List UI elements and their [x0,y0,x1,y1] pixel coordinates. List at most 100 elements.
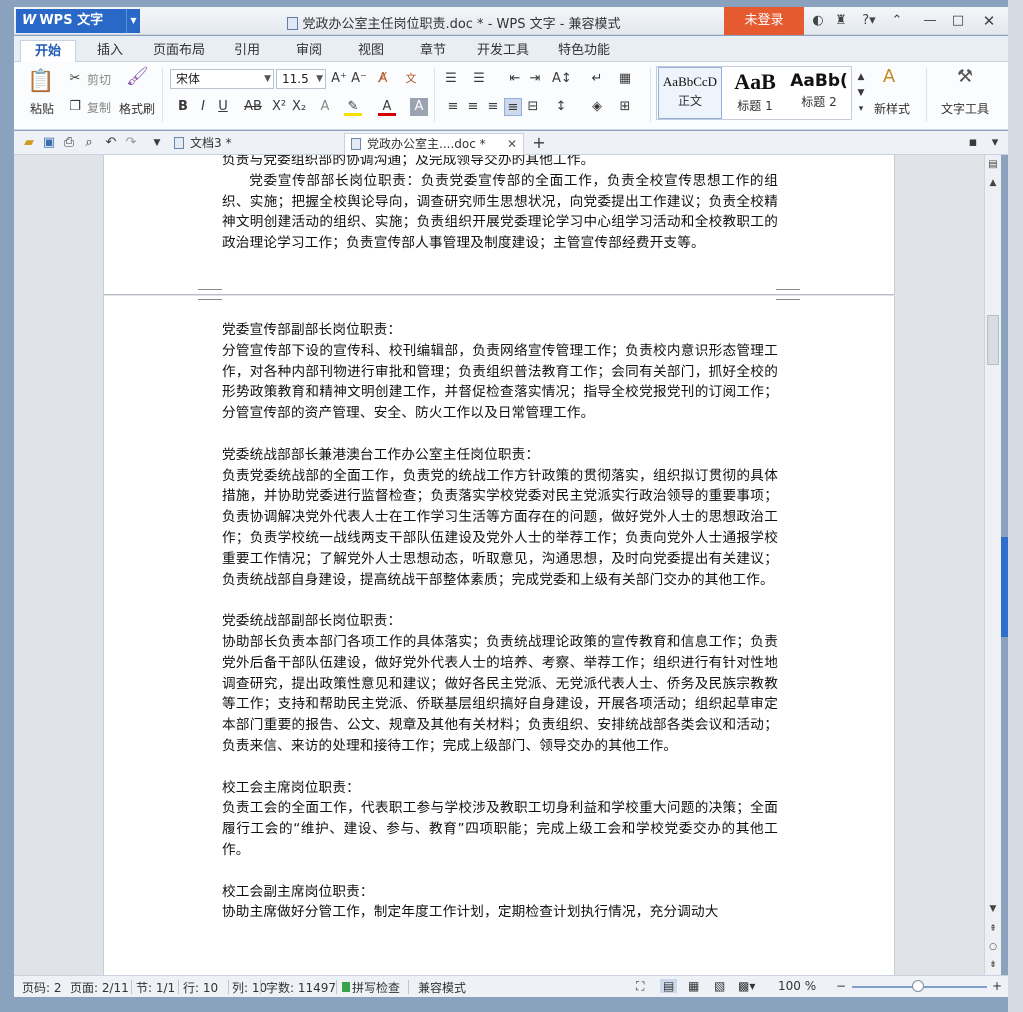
italic-icon[interactable]: I [194,98,212,116]
document-workspace[interactable]: 负责党校日常管理的全面工作，负责党校各类培训计划实施，组织教学指导等工作， 负责… [14,155,984,975]
style-heading-1[interactable]: AaB 标题 1 [723,67,787,119]
close-icon[interactable]: ✕ [980,12,998,30]
shirt-icon[interactable]: ♜ [832,12,850,30]
collapse-ribbon-icon[interactable]: ⌃ [888,12,906,30]
char-shading-icon[interactable]: A [410,98,428,116]
help-icon[interactable]: ?▾ [857,12,881,30]
text-effect-icon[interactable]: A [316,98,334,116]
increase-indent-icon[interactable]: ⇥ [526,70,544,88]
distribute-icon[interactable]: ⊟ [524,98,542,116]
split-view-icon[interactable]: ▤ [987,159,999,171]
skin-icon[interactable]: ◐ [809,12,827,30]
status-pages[interactable]: 页面: 2/11 [70,979,129,996]
quick-access-dropdown-icon[interactable]: ▼ [148,134,166,152]
new-style-button[interactable]: 新样式 [864,100,920,117]
tab-features[interactable]: 特色功能 [546,40,622,62]
scissors-icon[interactable]: ✂ [66,70,84,88]
text-tools-icon[interactable]: ⚒ [956,68,974,86]
document-page[interactable]: 负责党校日常管理的全面工作，负责党校各类培训计划实施，组织教学指导等工作， 负责… [103,155,895,295]
align-center-icon[interactable]: ≡ [464,98,482,116]
close-tab-icon[interactable]: ✕ [507,134,517,154]
font-color-icon[interactable]: A [378,98,396,116]
new-style-icon[interactable]: A [880,68,898,86]
document-page[interactable]: 党委宣传部副部长岗位职责： 分管宣传部下设的宣传科、校刊编辑部，负责网络宣传管理… [103,296,895,975]
underline-icon[interactable]: U [214,98,232,116]
zoom-out-icon[interactable]: − [836,979,846,993]
doc-tab-active[interactable]: 党政办公室主....doc * ✕ [344,133,524,155]
tab-chapter[interactable]: 章节 [408,40,458,62]
spell-check-toggle[interactable]: 拼写检查 [352,979,400,996]
maximize-icon[interactable]: □ [949,12,967,30]
zoom-slider-knob[interactable] [912,980,924,992]
app-menu-button[interactable]: W WPS 文字 [16,9,126,33]
undo-icon[interactable]: ↶ [102,134,120,152]
zoom-in-icon[interactable]: + [992,979,1002,993]
shading-fill-icon[interactable]: ◈ [588,98,606,116]
tab-options-icon[interactable]: ▾ [986,134,1004,152]
open-folder-icon[interactable]: ▰ [20,134,38,152]
doc-tab[interactable]: 文档3 * [168,133,338,155]
tab-references[interactable]: 引用 [222,40,272,62]
bold-icon[interactable]: B [174,98,192,116]
align-right-icon[interactable]: ≡ [484,98,502,116]
tab-view[interactable]: 视图 [346,40,396,62]
chinese-layout-icon[interactable]: A↕ [552,70,572,88]
decrease-indent-icon[interactable]: ⇤ [506,70,524,88]
cut-button[interactable]: 剪切 [84,71,114,88]
align-left-icon[interactable]: ≡ [444,98,462,116]
subscript-icon[interactable]: X₂ [290,98,308,116]
superscript-icon[interactable]: X² [270,98,288,116]
web-view-icon[interactable]: ▧ [714,979,725,993]
strikethrough-icon[interactable]: AB [240,98,266,116]
select-browse-object-icon[interactable]: ○ [987,941,999,953]
justify-icon[interactable]: ≡ [504,98,522,116]
style-normal[interactable]: AaBbCcD 正文 [658,67,722,119]
tab-insert[interactable]: 插入 [84,40,136,62]
scroll-down-icon[interactable]: ▼ [987,903,999,915]
status-word-count[interactable]: 字数: 11497 [266,979,336,996]
highlight-icon[interactable]: ✎ [344,98,362,116]
next-page-icon[interactable]: ⇟ [987,959,999,971]
login-button[interactable]: 未登录 [724,7,804,35]
vertical-scrollbar[interactable]: ▤ ▲ ▼ ⇞ ○ ⇟ [984,155,1001,975]
font-name-select[interactable]: 宋体 ▼ [170,69,274,89]
font-size-select[interactable]: 11.5 ▼ [276,69,326,89]
paste-button[interactable]: 粘贴 [20,100,64,117]
bullet-list-icon[interactable]: ☰ [442,70,460,88]
scrollbar-thumb[interactable] [987,315,999,365]
shrink-font-icon[interactable]: A⁻ [350,70,368,88]
previous-page-icon[interactable]: ⇞ [987,923,999,935]
print-icon[interactable]: ⎙ [60,134,78,152]
copy-button[interactable]: 复制 [84,99,114,116]
borders-icon[interactable]: ⊞ [616,98,634,116]
tab-developer[interactable]: 开发工具 [470,40,536,62]
redo-icon[interactable]: ↷ [122,134,140,152]
reading-view-icon[interactable]: ▩▾ [738,979,755,993]
clear-format-icon[interactable]: A̸ [374,70,392,88]
show-marks-icon[interactable]: ↵ [588,70,606,88]
minimize-icon[interactable]: — [921,12,939,30]
new-tab-icon[interactable]: + [530,134,548,152]
zoom-level[interactable]: 100 % [778,979,816,993]
format-painter-icon[interactable]: 🖌 [126,68,149,86]
format-painter-button[interactable]: 格式刷 [116,100,158,117]
grow-font-icon[interactable]: A⁺ [330,70,348,88]
tab-list-icon[interactable]: ▪ [964,134,982,152]
outline-view-icon[interactable]: ▦ [688,979,699,993]
scroll-up-icon[interactable]: ▲ [987,177,999,189]
phonetic-icon[interactable]: 文 [402,70,420,88]
tab-page-layout[interactable]: 页面布局 [144,40,214,62]
paste-icon[interactable]: 📋 [26,68,56,96]
app-menu-dropdown-icon[interactable]: ▼ [126,9,140,33]
text-tools-button[interactable]: 文字工具 [934,100,996,117]
table-icon[interactable]: ▦ [616,70,634,88]
page-view-icon[interactable]: ▤ [660,979,678,993]
tab-home[interactable]: 开始 [20,40,76,62]
save-icon[interactable]: ▣ [40,134,58,152]
style-heading-2[interactable]: AaBb(标题 2 [787,67,851,119]
numbered-list-icon[interactable]: ☰ [470,70,488,88]
copy-icon[interactable]: ❐ [66,98,84,116]
tab-review[interactable]: 审阅 [284,40,334,62]
line-spacing-icon[interactable]: ↕ [552,98,570,116]
fullscreen-icon[interactable]: ⛶ [636,979,644,994]
